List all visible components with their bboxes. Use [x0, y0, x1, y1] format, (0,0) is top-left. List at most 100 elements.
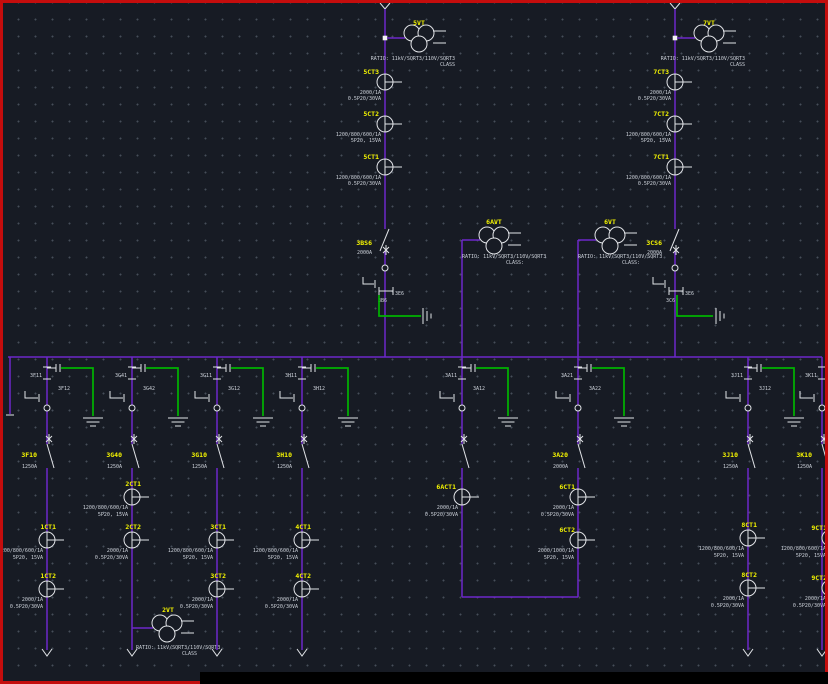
bus-section-left-leg[interactable]: 3A11 3A12 6ACT1 2000/1A 0.5P20/30VA — [425, 357, 578, 597]
ct-symbol-5ct1[interactable] — [377, 159, 402, 175]
feeder-tag2: 3G42 — [143, 386, 155, 392]
ct-3ct1-rating1: 1200/800/600/1A — [168, 548, 213, 554]
feeder-3h10[interactable]: 3H11 3H12 3H10 1250A 4CT1 1200/800/600/1… — [253, 357, 358, 656]
ct-symbol-7ct2[interactable] — [667, 116, 692, 132]
ct-9ct1-rating1: 1200/800/600/1A — [781, 546, 826, 552]
ct-symbol-4ct2[interactable] — [294, 581, 319, 597]
earth-switch[interactable] — [195, 391, 209, 402]
vt-symbol-7vt[interactable] — [694, 25, 736, 52]
earth-switch[interactable] — [800, 391, 814, 402]
ct-4ct1-rating1: 1200/800/600/1A — [253, 548, 298, 554]
earth-switch[interactable] — [726, 391, 740, 402]
earth-switch[interactable] — [280, 391, 294, 402]
feeder-arrow — [817, 649, 827, 656]
disconnector-blade[interactable] — [578, 444, 585, 468]
breaker-contact[interactable] — [382, 265, 388, 271]
ct-7ct3-rating2: 0.5P20/30VA — [638, 96, 671, 102]
ct-symbol-1ct2[interactable] — [39, 581, 64, 597]
ct-5ct2-rating2: 5P20, 15VA — [351, 138, 381, 144]
ct-symbol-1ct1[interactable] — [39, 532, 64, 548]
bus-bar[interactable] — [6, 357, 822, 415]
ct-symbol-3ct2[interactable] — [209, 581, 234, 597]
earth-wire — [146, 368, 178, 416]
ct-symbol-8ct2[interactable] — [740, 580, 765, 596]
ct-9ct1-rating2: 5P20, 15VA — [796, 553, 826, 559]
disconnector-blade[interactable] — [47, 444, 54, 468]
breaker-contact[interactable] — [129, 405, 135, 411]
bus-vt-6avt[interactable]: 6AVT RATIO: 11kV/SQRT3/110V/SQRT3 CLASS: — [462, 218, 546, 357]
ct-4ct2-rating2: 0.5P20/30VA — [265, 604, 298, 610]
disconnector-blade[interactable] — [822, 444, 827, 462]
disconnector-blade[interactable] — [462, 444, 469, 468]
earth-switch[interactable] — [556, 391, 570, 402]
ct-3ct1-rating2: 5P20, 15VA — [183, 555, 213, 561]
ct-symbol-5ct2[interactable] — [377, 116, 402, 132]
ct-3ct2-label: 3CT2 — [210, 572, 226, 580]
feeder-3j10[interactable]: 3J11 3J12 3J10 1250A 8CT1 1200/800/600/1… — [699, 357, 804, 656]
earth-switch[interactable] — [440, 391, 454, 402]
earth-switch[interactable] — [110, 391, 124, 402]
breaker-contact[interactable] — [745, 405, 751, 411]
vt-symbol-5vt[interactable] — [404, 25, 446, 52]
breaker-contact[interactable] — [672, 265, 678, 271]
breaker-contact[interactable] — [44, 405, 50, 411]
incomer-left[interactable]: 5VT RATIO: 11kV/SQRT3/110V/SQRT3 CLASS 5… — [336, 3, 455, 357]
bus-section-right-leg[interactable]: 3A21 3A22 3A20 2000A 6CT1 2000/1A 0.5P20… — [538, 357, 634, 597]
disconnector-blade[interactable] — [132, 444, 139, 468]
feeder-tag1: 3A11 — [445, 373, 457, 379]
cad-canvas[interactable]: { "colors":{"background":"#171b24","fram… — [0, 0, 828, 684]
star-marker — [383, 245, 389, 255]
ct-symbol-9ct1[interactable] — [822, 530, 828, 546]
feeder-id: 3K10 — [796, 451, 812, 459]
breaker-contact[interactable] — [575, 405, 581, 411]
ground-symbol — [498, 418, 518, 426]
feeder-id: 3H10 — [276, 451, 292, 459]
ct-symbol-9ct2[interactable] — [822, 580, 828, 596]
vt-6avt-label: 6AVT — [486, 218, 502, 226]
vt-6avt-ratio: RATIO: 11kV/SQRT3/110V/SQRT3 — [462, 254, 546, 260]
feeder-3g40[interactable]: 3G41 3G42 3G40 1250A 2CT1 1200/800/600/1… — [83, 357, 220, 657]
earth-switch-left[interactable] — [363, 277, 393, 295]
disconnector-blade[interactable] — [217, 444, 224, 468]
earth-switch-right[interactable] — [653, 277, 683, 295]
ct-symbol-6act1[interactable] — [454, 489, 479, 505]
ct-symbol-4ct1[interactable] — [294, 532, 319, 548]
ground-symbol — [614, 418, 634, 426]
breaker-contact[interactable] — [214, 405, 220, 411]
vt-symbol-6vt[interactable] — [595, 227, 637, 254]
breaker-contact[interactable] — [299, 405, 305, 411]
ct-symbol-2ct2[interactable] — [124, 532, 149, 548]
incomer-right[interactable]: 7VT RATIO: 11kV/SQRT3/110V/SQRT3 CLASS 7… — [626, 3, 745, 357]
disconnector-blade[interactable] — [748, 444, 755, 468]
ct-9ct2-rating2: 0.5P20/30VA — [793, 603, 826, 609]
disconnector-blade[interactable] — [302, 444, 309, 468]
breaker-contact[interactable] — [819, 405, 825, 411]
earth-wire — [592, 368, 624, 416]
disconnector-3bs6[interactable] — [380, 229, 389, 255]
earth-switch[interactable] — [25, 391, 39, 402]
vt-symbol-6avt[interactable] — [479, 227, 521, 254]
ct-symbol-6ct1[interactable] — [570, 489, 595, 505]
ct-symbol-3ct1[interactable] — [209, 532, 234, 548]
feeder-3g10[interactable]: 3G11 3G12 3G10 1250A 3CT1 1200/800/600/1… — [168, 357, 273, 656]
schematic-canvas[interactable]: 5VT RATIO: 11kV/SQRT3/110V/SQRT3 CLASS 5… — [0, 0, 828, 684]
vt-2vt[interactable] — [132, 615, 194, 642]
ct-1ct2-rating1: 2000/1A — [22, 597, 43, 603]
ct-3ct2-rating2: 0.5P20/30VA — [180, 604, 213, 610]
ct-symbol-7ct1[interactable] — [667, 159, 692, 175]
ct-5ct2-label: 5CT2 — [363, 110, 379, 118]
ct-7ct2-rating2: 5P20, 15VA — [641, 138, 671, 144]
ct-symbol-7ct3[interactable] — [667, 74, 692, 90]
breaker-contact[interactable] — [459, 405, 465, 411]
ground-symbol — [423, 308, 431, 324]
ct-7ct1-rating2: 0.5P20/30VA — [638, 181, 671, 187]
vt-6avt-class: CLASS: — [506, 260, 524, 266]
ct-symbol-8ct1[interactable] — [740, 530, 765, 546]
feeder-3k10[interactable]: 3K11 3K10 1250A 9CT1 1200/800/600/1A 5P2… — [781, 357, 828, 656]
disconnector-3cs6[interactable] — [670, 229, 679, 255]
ct-symbol-5ct3[interactable] — [377, 74, 402, 90]
earth-wire — [476, 368, 508, 416]
earth-wire — [231, 368, 263, 416]
ct-symbol-2ct1[interactable] — [124, 489, 149, 505]
ct-symbol-6ct2[interactable] — [570, 532, 595, 548]
